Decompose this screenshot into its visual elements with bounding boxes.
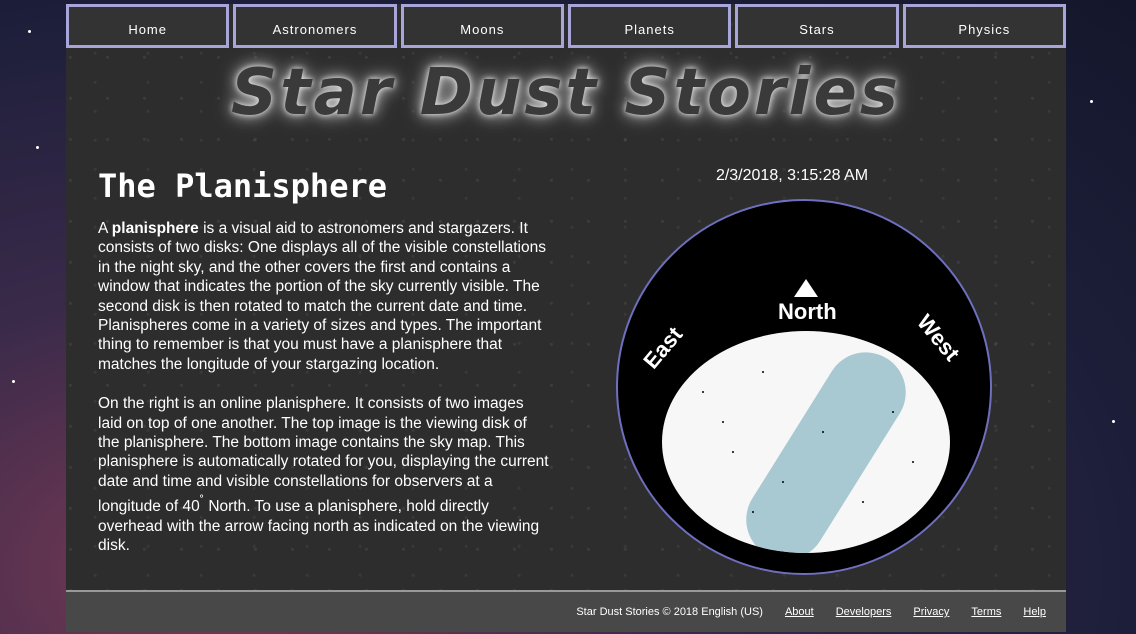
east-label: East (638, 321, 688, 374)
footer-link-about[interactable]: About (785, 606, 814, 618)
page-title: The Planisphere (98, 167, 387, 205)
planisphere-term: planisphere (111, 220, 199, 237)
footer-link-terms[interactable]: Terms (971, 606, 1001, 618)
star-dot (822, 431, 824, 433)
footer: Star Dust Stories © 2018 English (US) Ab… (66, 590, 1066, 632)
star-dot (722, 421, 724, 423)
background-star (1090, 100, 1093, 103)
nav-physics[interactable]: Physics (902, 4, 1066, 48)
background-star (1112, 420, 1115, 423)
star-dot (912, 461, 914, 463)
star-dot (752, 511, 754, 513)
star-dot (762, 371, 764, 373)
nav-planets[interactable]: Planets (567, 4, 732, 48)
date-time-display: 2/3/2018, 3:15:28 AM (715, 167, 869, 184)
milky-way (731, 337, 921, 553)
footer-link-help[interactable]: Help (1023, 606, 1046, 618)
planisphere-disk: North East West (616, 199, 992, 575)
star-dot (702, 391, 704, 393)
p1-rest: is a visual aid to astronomers and starg… (98, 220, 546, 373)
nav-astronomers[interactable]: Astronomers (233, 4, 397, 48)
footer-copyright: Star Dust Stories © 2018 English (US) (576, 606, 763, 618)
star-dot (862, 501, 864, 503)
sky-map (662, 331, 950, 553)
background-star (12, 380, 15, 383)
north-arrow-icon (794, 279, 818, 297)
background-star (28, 30, 31, 33)
p1-prefix: A (98, 220, 112, 237)
nav-home[interactable]: Home (66, 4, 230, 48)
nav-moons[interactable]: Moons (400, 4, 564, 48)
paragraph-1: A planisphere is a visual aid to astrono… (98, 219, 550, 374)
article-body: A planisphere is a visual aid to astrono… (98, 219, 550, 576)
background-star (36, 146, 39, 149)
star-dot (782, 481, 784, 483)
page-container: Home Astronomers Moons Planets Stars Phy… (66, 4, 1066, 632)
paragraph-2: On the right is an online planisphere. I… (98, 394, 550, 555)
nav-stars[interactable]: Stars (735, 4, 899, 48)
west-label: West (912, 309, 965, 366)
site-logo: Star Dust Stories (230, 56, 902, 130)
star-dot (892, 411, 894, 413)
star-dot (732, 451, 734, 453)
footer-link-privacy[interactable]: Privacy (913, 606, 949, 618)
north-label: North (778, 299, 837, 324)
main-nav: Home Astronomers Moons Planets Stars Phy… (66, 4, 1066, 52)
footer-link-developers[interactable]: Developers (836, 606, 892, 618)
